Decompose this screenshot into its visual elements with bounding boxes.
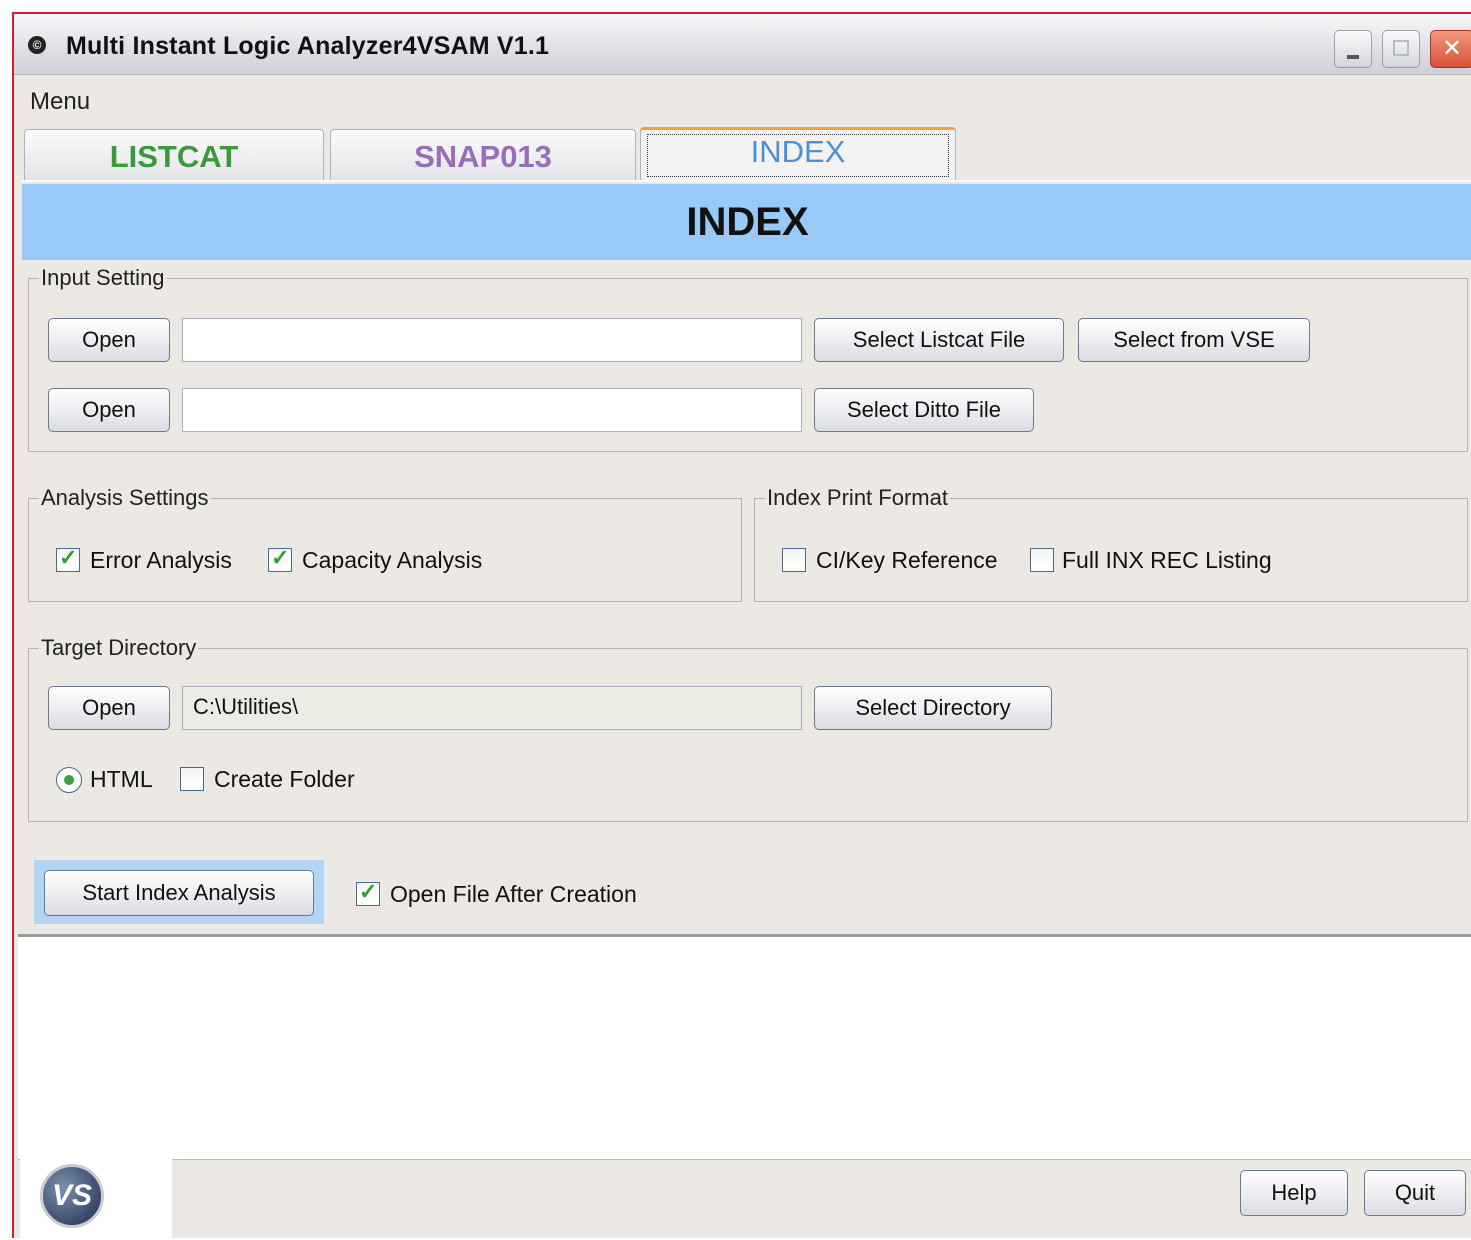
analysis-settings-legend: Analysis Settings: [39, 485, 211, 511]
tab-index[interactable]: INDEX: [640, 127, 956, 181]
select-listcat-file-button[interactable]: Select Listcat File: [814, 318, 1064, 362]
check-icon: ✓: [271, 545, 290, 570]
window-title: Multi Instant Logic Analyzer4VSAM V1.1: [66, 32, 550, 60]
target-directory-field[interactable]: C:\Utilities\: [182, 686, 802, 730]
open-file-after-creation-checkbox[interactable]: ✓: [356, 879, 380, 906]
select-from-vse-button[interactable]: Select from VSE: [1078, 318, 1310, 362]
maximize-icon: [1393, 40, 1409, 56]
start-index-analysis-button[interactable]: Start Index Analysis: [44, 870, 314, 916]
minimize-icon: [1347, 55, 1359, 59]
html-radio[interactable]: [56, 767, 82, 793]
output-area[interactable]: [18, 934, 1471, 1160]
app-icon: ©: [28, 36, 46, 54]
ditto-file-field[interactable]: [182, 388, 802, 432]
input-setting-legend: Input Setting: [39, 265, 167, 291]
error-analysis-label: Error Analysis: [90, 547, 232, 573]
index-print-format-legend: Index Print Format: [765, 485, 950, 511]
create-folder-checkbox[interactable]: [180, 767, 204, 791]
listcat-file-field[interactable]: [182, 318, 802, 362]
radio-selected-icon: [64, 775, 74, 785]
full-inx-rec-listing-checkbox[interactable]: [1030, 548, 1054, 572]
tab-focus-ring: [647, 134, 949, 177]
menu-item-menu[interactable]: Menu: [30, 88, 90, 116]
check-icon: ✓: [59, 545, 78, 570]
tab-listcat[interactable]: LISTCAT: [24, 129, 324, 181]
create-folder-label: Create Folder: [214, 766, 355, 792]
company-logo: VS: [20, 1158, 172, 1240]
vs-logo-icon: VS: [40, 1164, 104, 1228]
open-ditto-button[interactable]: Open: [48, 388, 170, 432]
html-radio-label: HTML: [90, 766, 153, 792]
close-icon: ✕: [1441, 35, 1463, 62]
quit-button[interactable]: Quit: [1364, 1170, 1466, 1216]
close-button[interactable]: ✕: [1430, 30, 1471, 68]
select-ditto-file-button[interactable]: Select Ditto File: [814, 388, 1034, 432]
help-button[interactable]: Help: [1240, 1170, 1348, 1216]
capacity-analysis-label: Capacity Analysis: [302, 547, 483, 573]
ci-key-reference-checkbox[interactable]: [782, 548, 806, 572]
maximize-button[interactable]: [1382, 30, 1420, 68]
open-file-after-creation-label: Open File After Creation: [390, 881, 637, 907]
select-directory-button[interactable]: Select Directory: [814, 686, 1052, 730]
target-directory-legend: Target Directory: [39, 635, 199, 661]
capacity-analysis-checkbox[interactable]: ✓: [268, 545, 292, 572]
minimize-button[interactable]: [1334, 30, 1372, 68]
open-directory-button[interactable]: Open: [48, 686, 170, 730]
target-directory-group: Target Directory: [28, 635, 1468, 822]
page-banner: INDEX: [22, 184, 1471, 260]
app-window: © Multi Instant Logic Analyzer4VSAM V1.1…: [12, 12, 1471, 1240]
check-icon: ✓: [359, 879, 378, 904]
tab-divider: [22, 180, 1471, 182]
tab-snap013[interactable]: SNAP013: [330, 129, 636, 181]
error-analysis-checkbox[interactable]: ✓: [56, 545, 80, 572]
open-listcat-button[interactable]: Open: [48, 318, 170, 362]
full-inx-rec-listing-label: Full INX REC Listing: [1062, 547, 1272, 573]
menu-bar: Menu: [14, 80, 1471, 120]
ci-key-reference-label: CI/Key Reference: [816, 547, 998, 573]
title-bar[interactable]: © Multi Instant Logic Analyzer4VSAM V1.1…: [14, 14, 1471, 75]
